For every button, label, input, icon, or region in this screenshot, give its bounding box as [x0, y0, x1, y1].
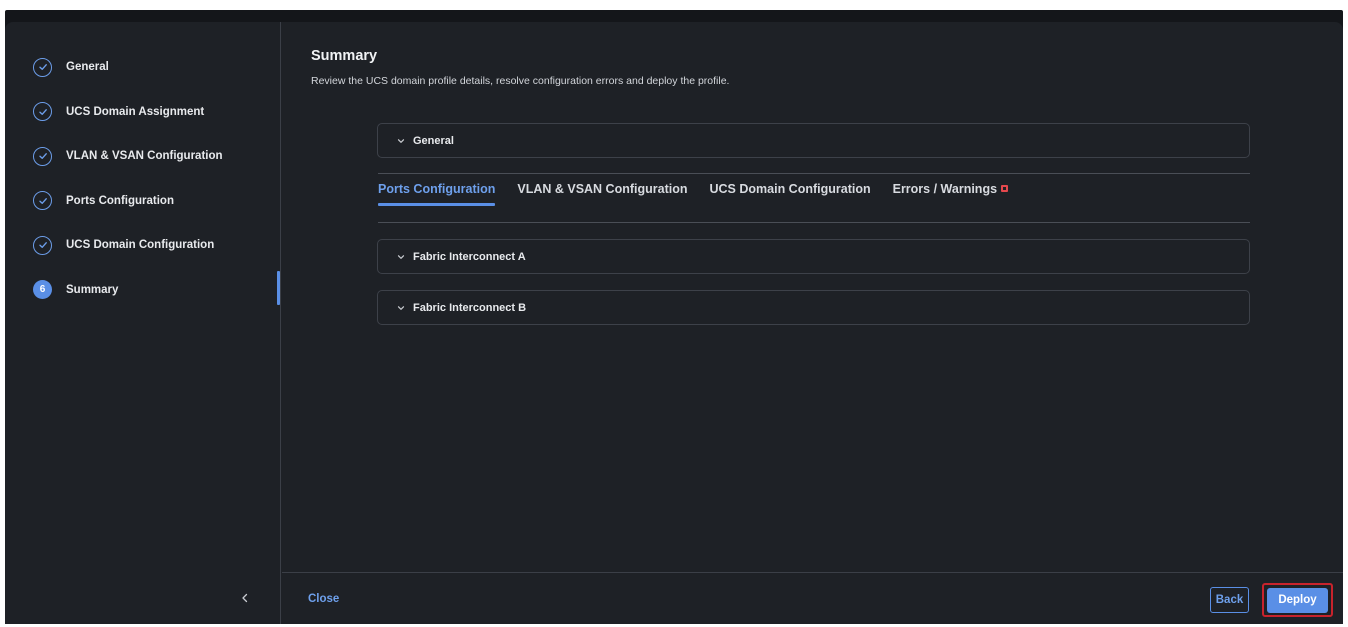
tab-label: UCS Domain Configuration — [709, 182, 871, 196]
chevron-down-icon — [397, 138, 405, 143]
back-button[interactable]: Back — [1210, 587, 1249, 613]
step-ucs-domain-assignment[interactable]: UCS Domain Assignment — [33, 102, 223, 122]
error-badge-icon — [1001, 185, 1009, 192]
general-accordion[interactable]: General — [377, 123, 1250, 158]
tab-label: Ports Configuration — [378, 182, 496, 196]
fabric-interconnect-a-accordion[interactable]: Fabric Interconnect A — [377, 239, 1250, 274]
tab-vlan-vsan-configuration[interactable]: VLAN & VSAN Configuration — [517, 182, 687, 206]
collapse-sidebar-button[interactable] — [237, 590, 253, 606]
step-number-badge: 6 — [33, 280, 52, 299]
accordion-label: General — [413, 134, 454, 147]
step-ports-configuration[interactable]: Ports Configuration — [33, 191, 223, 211]
tab-errors-warnings[interactable]: Errors / Warnings — [892, 182, 1009, 206]
deploy-button[interactable]: Deploy — [1267, 587, 1328, 613]
wizard-window: General UCS Domain Assignment VLAN & VSA… — [5, 22, 1343, 624]
chevron-down-icon — [397, 254, 405, 259]
wizard-footer: Close Back Deploy — [282, 572, 1343, 624]
page-title: Summary — [311, 48, 378, 64]
step-general[interactable]: General — [33, 57, 223, 77]
active-step-indicator — [277, 271, 280, 305]
step-ucs-domain-configuration[interactable]: UCS Domain Configuration — [33, 235, 223, 255]
accordion-label: Fabric Interconnect B — [413, 301, 527, 314]
main-panel: Summary Review the UCS domain profile de… — [282, 22, 1343, 624]
check-circle-icon — [33, 191, 52, 210]
tab-ports-configuration[interactable]: Ports Configuration — [378, 182, 496, 206]
deploy-highlight: Deploy — [1262, 583, 1333, 617]
chevron-down-icon — [397, 305, 405, 310]
step-label: Summary — [66, 283, 119, 296]
wizard-steps-sidebar: General UCS Domain Assignment VLAN & VSA… — [5, 22, 281, 624]
top-strip — [0, 0, 1348, 10]
chevron-left-icon — [242, 593, 248, 603]
step-label: General — [66, 61, 109, 73]
fabric-interconnect-b-accordion[interactable]: Fabric Interconnect B — [377, 290, 1250, 325]
step-list: General UCS Domain Assignment VLAN & VSA… — [33, 57, 223, 324]
tab-label: VLAN & VSAN Configuration — [517, 182, 688, 196]
page-subtitle: Review the UCS domain profile details, r… — [311, 75, 730, 87]
check-circle-icon — [33, 146, 52, 166]
step-label: UCS Domain Configuration — [66, 239, 215, 251]
tab-ucs-domain-configuration[interactable]: UCS Domain Configuration — [710, 182, 871, 206]
step-label: UCS Domain Assignment — [66, 105, 205, 118]
check-circle-icon — [33, 102, 52, 121]
step-summary[interactable]: 6 Summary — [33, 280, 223, 300]
tab-label: Errors / Warnings — [892, 182, 998, 196]
check-circle-icon — [33, 57, 52, 77]
check-circle-icon — [33, 235, 52, 255]
tabs-bottom-divider — [378, 222, 1250, 223]
accordion-label: Fabric Interconnect A — [413, 250, 526, 263]
step-label: Ports Configuration — [66, 194, 174, 207]
step-vlan-vsan-configuration[interactable]: VLAN & VSAN Configuration — [33, 146, 223, 166]
close-button[interactable]: Close — [308, 593, 339, 605]
tabs-top-divider — [378, 173, 1250, 174]
step-label: VLAN & VSAN Configuration — [66, 150, 223, 162]
summary-tabs: Ports Configuration VLAN & VSAN Configur… — [378, 182, 1030, 206]
